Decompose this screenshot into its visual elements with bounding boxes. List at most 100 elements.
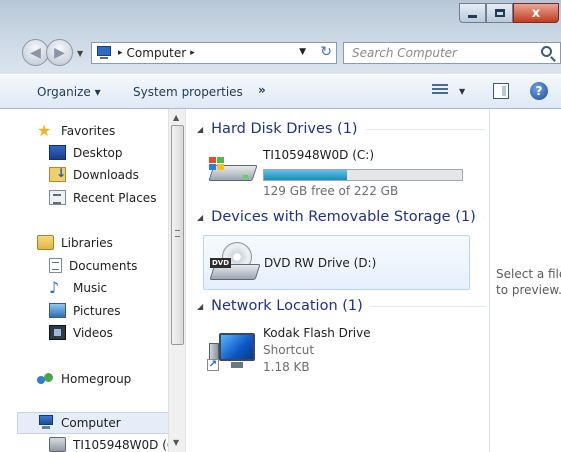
title-bar: x bbox=[0, 0, 561, 33]
group-removable-storage[interactable]: ◢ Devices with Removable Storage (1) bbox=[197, 209, 485, 225]
back-button[interactable]: ◀ bbox=[22, 39, 49, 66]
computer-icon bbox=[37, 415, 54, 430]
system-properties-button[interactable]: System properties bbox=[133, 85, 243, 99]
videos-icon bbox=[49, 325, 66, 340]
drive-c-tile[interactable]: TI105948W0D (C:) 129 GB free of 222 GB bbox=[203, 143, 470, 198]
star-icon: ★ bbox=[37, 121, 52, 140]
arrow-right-icon: ▶ bbox=[54, 44, 65, 61]
nav-desktop[interactable]: Desktop bbox=[49, 145, 123, 160]
minimize-icon bbox=[468, 15, 477, 18]
dvd-drive-icon: DVD bbox=[206, 242, 261, 286]
window-controls: x bbox=[459, 3, 559, 23]
scroll-down-icon[interactable]: ▼ bbox=[173, 438, 179, 447]
close-icon: x bbox=[531, 5, 541, 21]
refresh-icon[interactable]: ↻ bbox=[320, 44, 332, 60]
nav-computer-label: Computer bbox=[61, 415, 121, 430]
nav-recent-places[interactable]: Recent Places bbox=[49, 190, 156, 205]
grip-icon bbox=[175, 230, 180, 237]
recent-pages-dropdown[interactable]: ▼ bbox=[77, 49, 83, 58]
nav-documents[interactable]: Documents bbox=[49, 258, 137, 273]
preview-line-1: Select a file bbox=[496, 267, 561, 281]
organize-button[interactable]: Organize ▾ bbox=[37, 85, 101, 99]
group-divider bbox=[370, 305, 485, 307]
preview-line-2: to preview. bbox=[496, 283, 561, 297]
nav-homegroup[interactable]: Homegroup bbox=[37, 371, 131, 386]
minimize-button[interactable] bbox=[459, 3, 486, 23]
collapse-triangle-icon[interactable]: ◢ bbox=[197, 125, 203, 134]
nav-drive-c[interactable]: TI105948W0D (C: bbox=[49, 437, 179, 452]
nav-favorites-label: Favorites bbox=[61, 123, 116, 138]
nav-documents-label: Documents bbox=[69, 258, 138, 273]
nav-recent-places-label: Recent Places bbox=[73, 190, 157, 205]
nav-videos[interactable]: Videos bbox=[49, 325, 113, 340]
group-divider bbox=[483, 216, 485, 218]
downloads-icon bbox=[49, 166, 66, 182]
desktop-icon bbox=[49, 145, 66, 160]
computer-icon bbox=[96, 46, 114, 60]
nav-libraries[interactable]: Libraries bbox=[37, 235, 113, 250]
documents-icon bbox=[49, 258, 62, 273]
scroll-thumb[interactable] bbox=[171, 125, 184, 345]
nav-desktop-label: Desktop bbox=[73, 145, 123, 160]
search-input[interactable]: Search Computer bbox=[352, 46, 457, 60]
preview-pane-icon[interactable] bbox=[493, 83, 509, 99]
group-hard-disk-drives[interactable]: ◢ Hard Disk Drives (1) bbox=[197, 121, 485, 137]
network-shortcut-size: 1.18 KB bbox=[263, 360, 310, 374]
breadcrumb-computer[interactable]: Computer bbox=[127, 46, 187, 60]
hard-drive-icon bbox=[205, 149, 259, 193]
nav-libraries-label: Libraries bbox=[61, 235, 113, 250]
pictures-icon bbox=[49, 303, 66, 318]
shortcut-arrow-icon: ↗ bbox=[207, 359, 219, 371]
drive-c-name: TI105948W0D (C:) bbox=[263, 148, 375, 162]
windows-logo-icon bbox=[209, 157, 225, 171]
search-icon[interactable] bbox=[541, 46, 552, 57]
nav-favorites[interactable]: ★ Favorites bbox=[37, 121, 116, 140]
group-divider bbox=[365, 128, 485, 130]
breadcrumb-separator[interactable]: ▸ bbox=[118, 48, 123, 58]
drive-c-free-space: 129 GB free of 222 GB bbox=[263, 184, 399, 198]
file-list: ◢ Hard Disk Drives (1) TI105948W0D (C:) … bbox=[187, 109, 489, 452]
capacity-fill bbox=[264, 170, 348, 180]
libraries-icon bbox=[37, 235, 54, 250]
music-icon: ♪ bbox=[49, 278, 60, 297]
close-button[interactable]: x bbox=[513, 3, 559, 23]
navigation-scrollbar[interactable]: ▲ ▼ bbox=[168, 109, 185, 452]
network-shortcut-tile[interactable]: ↗ Kodak Flash Drive Shortcut 1.18 KB bbox=[203, 323, 470, 378]
homegroup-icon bbox=[37, 371, 54, 386]
collapse-triangle-icon[interactable]: ◢ bbox=[197, 302, 203, 311]
nav-computer[interactable]: Computer bbox=[37, 415, 121, 430]
search-box[interactable]: Search Computer bbox=[343, 42, 561, 64]
change-view-icon[interactable] bbox=[432, 84, 448, 98]
nav-music[interactable]: ♪ Music bbox=[49, 278, 108, 297]
maximize-button[interactable] bbox=[486, 3, 513, 23]
breadcrumb-separator[interactable]: ▸ bbox=[190, 48, 195, 58]
collapse-triangle-icon[interactable]: ◢ bbox=[197, 213, 203, 222]
nav-downloads-label: Downloads bbox=[73, 167, 139, 182]
preview-message: Select a file to preview. bbox=[496, 266, 561, 298]
group-network-location[interactable]: ◢ Network Location (1) bbox=[197, 298, 485, 314]
dvd-badge: DVD bbox=[210, 258, 232, 268]
network-computer-icon: ↗ bbox=[205, 329, 259, 373]
dvd-drive-name: DVD RW Drive (D:) bbox=[264, 256, 377, 270]
nav-videos-label: Videos bbox=[73, 325, 113, 340]
help-button[interactable]: ? bbox=[530, 82, 548, 100]
hard-drive-icon bbox=[49, 437, 66, 452]
nav-pictures[interactable]: Pictures bbox=[49, 303, 121, 318]
view-dropdown-icon[interactable]: ▼ bbox=[459, 87, 465, 96]
recent-places-icon bbox=[49, 190, 66, 205]
command-bar: Organize ▾ System properties » ▼ ? bbox=[0, 74, 561, 109]
forward-button[interactable]: ▶ bbox=[46, 39, 73, 66]
scroll-up-icon[interactable]: ▲ bbox=[173, 113, 179, 122]
network-shortcut-name: Kodak Flash Drive bbox=[263, 326, 371, 340]
address-bar[interactable]: ▸ Computer ▸ ▼ ↻ bbox=[91, 42, 337, 64]
capacity-bar bbox=[263, 169, 463, 181]
group-title: Devices with Removable Storage (1) bbox=[211, 209, 476, 225]
arrow-left-icon: ◀ bbox=[30, 44, 41, 61]
address-dropdown-icon[interactable]: ▼ bbox=[299, 47, 306, 57]
nav-downloads[interactable]: Downloads bbox=[49, 166, 139, 182]
nav-music-label: Music bbox=[73, 280, 108, 295]
preview-pane: Select a file to preview. bbox=[489, 109, 561, 452]
dvd-drive-tile[interactable]: DVD DVD RW Drive (D:) bbox=[203, 235, 470, 290]
group-title: Network Location (1) bbox=[211, 298, 363, 314]
more-commands-button[interactable]: » bbox=[258, 83, 266, 97]
